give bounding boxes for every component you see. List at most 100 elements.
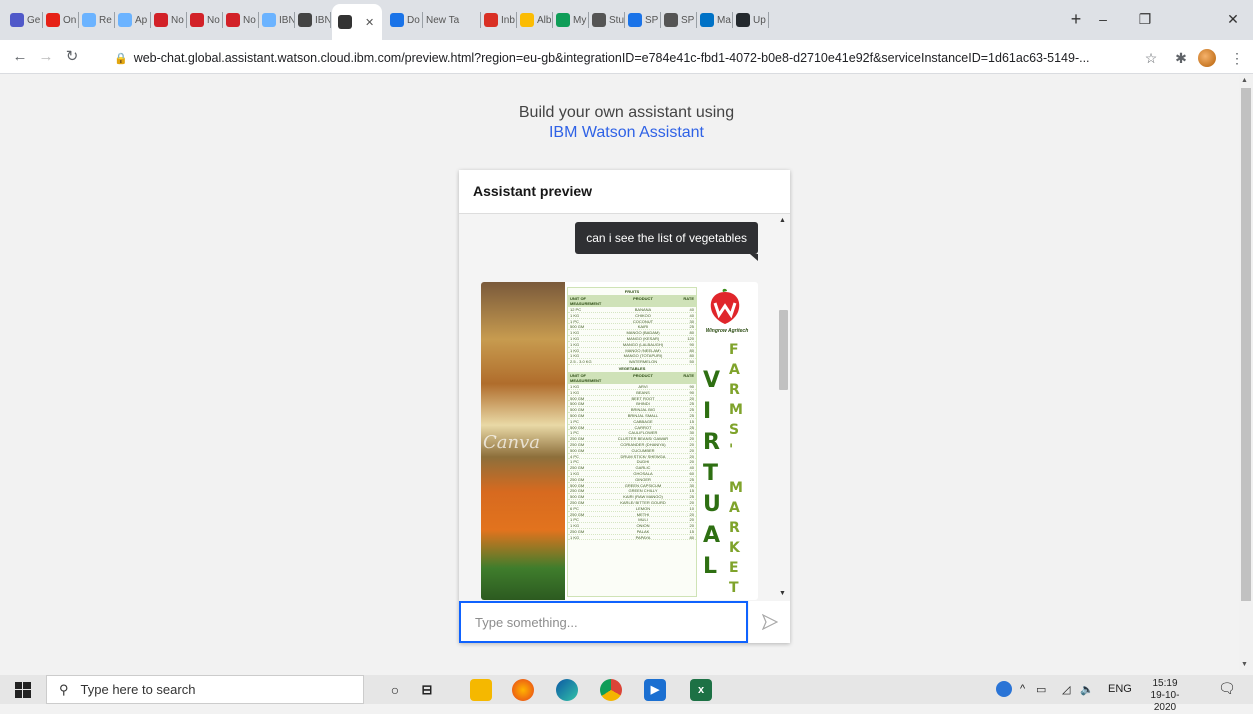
tray-chevron-icon[interactable]: ^ xyxy=(1020,683,1025,695)
rate-cell: 90 xyxy=(689,341,694,347)
unit-cell: 1 KG xyxy=(570,330,580,335)
browser-tab[interactable]: No xyxy=(224,6,260,34)
system-clock[interactable]: 15:19 19-10-2020 xyxy=(1144,678,1186,714)
tab-label: Alb xyxy=(537,14,552,26)
address-bar: ← → ↻ 🔒 web-chat.global.assistant.watson… xyxy=(0,40,1253,74)
chat-scrollbar[interactable]: ▲ ▼ xyxy=(774,214,790,600)
taskbar-search-box[interactable]: ⚲ Type here to search xyxy=(46,675,364,704)
browser-tab[interactable]: No xyxy=(188,6,224,34)
scroll-up-icon[interactable]: ▲ xyxy=(779,217,786,224)
browser-tab[interactable]: Inb xyxy=(482,6,518,34)
unit-cell: 500 GM xyxy=(570,482,585,488)
browser-tab[interactable]: Stu xyxy=(590,6,626,34)
product-cell: GREEN CHILLY xyxy=(628,488,658,494)
volume-icon[interactable]: 🔈 xyxy=(1080,683,1094,696)
browser-tab[interactable]: IBN xyxy=(296,6,332,34)
network-icon[interactable]: ▭ xyxy=(1036,683,1046,696)
unit-cell: 1 PC xyxy=(570,318,579,324)
language-indicator[interactable]: ENG xyxy=(1108,683,1132,695)
browser-tab[interactable]: Do xyxy=(388,6,424,34)
browser-tab[interactable]: SP xyxy=(626,6,662,34)
close-window-button[interactable]: ✕ xyxy=(1213,6,1253,32)
product-cell: LEMON xyxy=(635,505,651,511)
farms-market-letter: T xyxy=(729,580,739,596)
cortana-icon[interactable]: ○ xyxy=(384,679,406,701)
chat-header: Assistant preview xyxy=(459,170,790,214)
browser-tab[interactable]: My xyxy=(554,6,590,34)
start-button[interactable] xyxy=(0,675,46,704)
gmail-icon xyxy=(484,13,498,27)
bookmark-star-icon[interactable]: ☆ xyxy=(1140,47,1162,69)
media-player-icon[interactable]: ▶ xyxy=(644,679,666,701)
close-tab-icon[interactable]: ✕ xyxy=(365,16,374,29)
product-cell: CABBAGE xyxy=(633,418,653,424)
product-cell: MANGO (TOTAPURI) xyxy=(623,353,663,359)
edge-icon[interactable] xyxy=(556,679,578,701)
page-scroll-down-icon[interactable]: ▼ xyxy=(1241,661,1248,668)
browser-tab[interactable]: Alb xyxy=(518,6,554,34)
message-input[interactable]: Type something... xyxy=(459,601,748,643)
price-list-table: FRUITS UNIT OF MEASUREMENT PRODUCT RATE … xyxy=(567,287,697,597)
extensions-icon[interactable]: ✱ xyxy=(1170,47,1192,69)
task-view-icon[interactable]: ⊟ xyxy=(416,679,438,701)
tab-separator xyxy=(732,12,733,28)
tab-label: SP xyxy=(645,14,659,26)
back-button[interactable]: ← xyxy=(8,46,32,68)
scrollbar-thumb[interactable] xyxy=(779,310,788,390)
page-scrollbar-thumb[interactable] xyxy=(1241,88,1251,601)
excel-icon[interactable]: x xyxy=(690,679,712,701)
browser-tab[interactable]: Up xyxy=(734,6,770,34)
farms-market-letter: A xyxy=(729,362,740,378)
url-field[interactable]: 🔒 web-chat.global.assistant.watson.cloud… xyxy=(114,48,1134,68)
unit-cell: 1 PC xyxy=(570,418,579,424)
rate-cell: 90 xyxy=(689,383,694,389)
notifications-icon[interactable]: 🗨 xyxy=(1218,680,1236,697)
browser-tab[interactable]: Re xyxy=(80,6,116,34)
minimize-button[interactable]: – xyxy=(1083,6,1123,32)
menu-kebab-icon[interactable]: ⋮ xyxy=(1226,47,1248,69)
wifi-icon[interactable]: ◿ xyxy=(1062,683,1070,696)
unit-cell: 500 GM xyxy=(570,447,585,453)
browser-tab[interactable]: Ap xyxy=(116,6,152,34)
unit-cell: 1 PC xyxy=(570,459,579,465)
firefox-icon[interactable] xyxy=(512,679,534,701)
chrome-icon[interactable] xyxy=(600,679,622,701)
browser-tab[interactable]: IBN xyxy=(260,6,296,34)
tab-label: My xyxy=(573,14,587,26)
tab-separator xyxy=(660,12,661,28)
browser-tab[interactable]: Ma xyxy=(698,6,734,34)
tab-label: Inb xyxy=(501,14,515,26)
page-scroll-up-icon[interactable]: ▲ xyxy=(1241,77,1248,84)
unit-cell: 4 PC xyxy=(570,453,579,459)
page-scrollbar[interactable]: ▲ ▼ xyxy=(1239,75,1253,670)
rate-cell: 40 xyxy=(689,312,694,318)
image-response-card[interactable]: Canva FRUITS UNIT OF MEASUREMENT PRODUCT… xyxy=(481,282,758,600)
browser-tab[interactable]: SP xyxy=(662,6,698,34)
forward-button[interactable]: → xyxy=(34,46,58,68)
scroll-down-icon[interactable]: ▼ xyxy=(779,590,786,597)
teams-icon xyxy=(10,13,24,27)
tab-active[interactable]: ✕ xyxy=(332,4,382,40)
send-button[interactable] xyxy=(749,601,790,643)
product-cell: GARLIC xyxy=(635,465,651,470)
unit-cell: 1 KG xyxy=(570,470,580,476)
browser-tab[interactable]: New Ta xyxy=(424,6,482,34)
help-icon[interactable] xyxy=(996,681,1012,697)
chat-widget: Assistant preview can i see the list of … xyxy=(459,170,790,643)
unit-cell: 500 GM xyxy=(570,494,585,499)
tab-label: Re xyxy=(99,14,112,26)
unit-cell: 500 GM xyxy=(570,324,585,330)
rate-cell: 25 xyxy=(689,476,694,482)
rate-cell: 80 xyxy=(689,347,694,353)
browser-tab[interactable]: Ge xyxy=(8,6,44,34)
vegetables-photo: Canva xyxy=(481,282,565,600)
unit-cell: 2.5 - 3.0 KG xyxy=(570,359,592,364)
reload-button[interactable]: ↻ xyxy=(60,46,84,68)
restore-button[interactable]: ❐ xyxy=(1125,6,1165,32)
file-explorer-icon[interactable] xyxy=(470,679,492,701)
rate-cell: 25 xyxy=(689,324,694,330)
browser-tab[interactable]: On xyxy=(44,6,80,34)
profile-avatar[interactable] xyxy=(1196,47,1218,69)
watson-assistant-link[interactable]: IBM Watson Assistant xyxy=(549,124,704,141)
browser-tab[interactable]: No xyxy=(152,6,188,34)
